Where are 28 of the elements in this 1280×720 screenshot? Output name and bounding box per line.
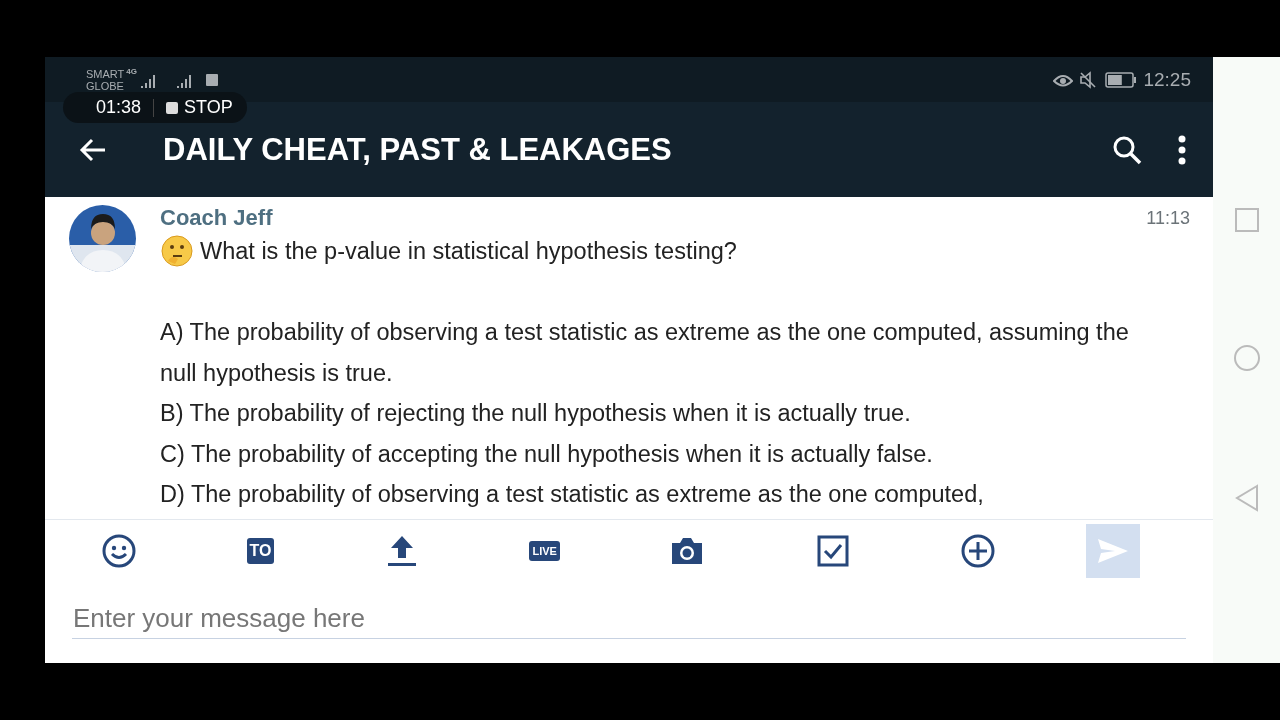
checkbox-icon <box>816 535 849 567</box>
carrier-name: GLOBE <box>86 79 125 92</box>
network-type: 4G <box>126 67 137 76</box>
clock: 12:25 <box>1143 68 1191 91</box>
message-text: A) The probability of observing a test statistic as extreme as the one computed, assuming the null hypothesis is true. <box>160 318 1130 388</box>
message-text: D) The probability of observing a test statistic as extreme as the one computed, <box>160 480 985 509</box>
recording-timer: 01:38 <box>96 97 142 118</box>
upload-icon <box>385 534 418 568</box>
chat-title: DAILY CHEAT, PAST & LEAKAGES <box>163 131 673 168</box>
back-arrow-icon <box>79 137 107 162</box>
sender-name: Coach Jeff <box>160 205 273 231</box>
square-icon <box>205 72 219 87</box>
stop-button[interactable]: STOP <box>166 97 233 118</box>
message-text: What is the p-value in statistical hypothesis testing? <box>200 237 737 266</box>
battery-icon <box>1105 71 1138 88</box>
emoji-button[interactable] <box>101 533 137 569</box>
plus-circle-icon <box>961 534 996 568</box>
add-button[interactable] <box>960 533 997 569</box>
more-icon <box>1177 134 1187 165</box>
send-icon <box>1096 537 1130 565</box>
carrier-name: SMART <box>86 67 125 80</box>
message-time: 11:13 <box>1146 207 1190 229</box>
smiley-icon <box>102 534 136 568</box>
message-text: C) The probability of accepting the null hypothesis when it is actually false. <box>160 439 934 469</box>
stop-icon <box>166 101 179 114</box>
mute-icon <box>1079 70 1098 89</box>
thinking-emoji-icon <box>160 234 194 269</box>
message-text: B) The probability of rejecting the null hypothesis when it is actually true. <box>160 399 912 428</box>
